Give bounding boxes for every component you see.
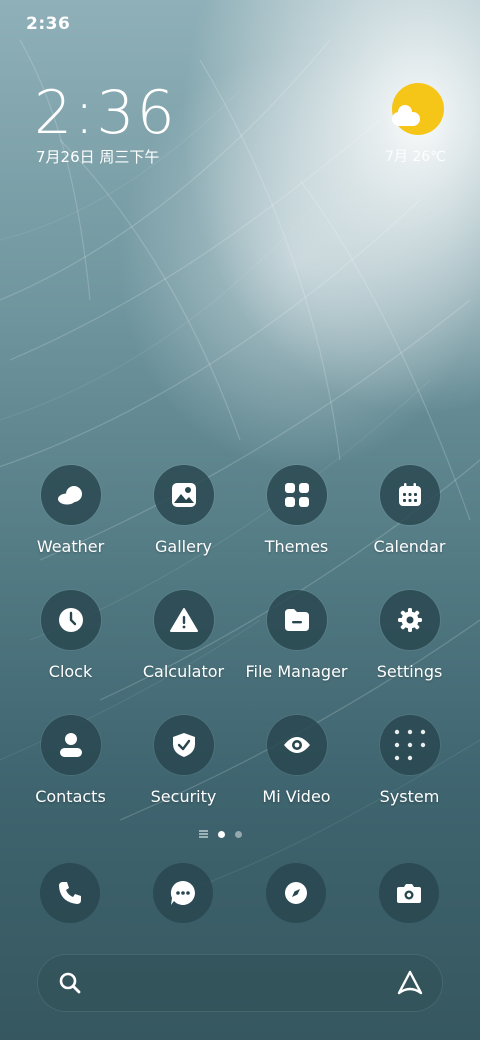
app-gallery[interactable]: Gallery: [127, 465, 240, 556]
calendar-icon[interactable]: [379, 465, 440, 525]
app-file-manager[interactable]: File Manager: [240, 590, 353, 681]
app-security[interactable]: Security: [127, 715, 240, 806]
app-weather[interactable]: Weather: [14, 465, 127, 556]
search-icon[interactable]: [58, 971, 82, 995]
page-dot[interactable]: [235, 830, 242, 838]
mi-video-icon[interactable]: [266, 715, 327, 775]
system-folder-icon[interactable]: [379, 715, 440, 775]
themes-icon[interactable]: [266, 465, 327, 525]
app-contacts[interactable]: Contacts: [14, 715, 127, 806]
app-label: Contacts: [35, 787, 106, 806]
file-manager-icon[interactable]: [266, 590, 327, 650]
status-bar-time: 2:36: [26, 14, 71, 34]
clock-widget-time[interactable]: 2:36: [34, 78, 177, 148]
app-list-indicator-icon[interactable]: [199, 830, 208, 838]
app-label: File Manager: [245, 662, 348, 681]
assistant-icon[interactable]: [396, 969, 424, 997]
page-indicator[interactable]: [199, 830, 242, 838]
cloud-icon: [392, 105, 420, 126]
app-label: Calendar: [373, 537, 446, 556]
app-label: Calculator: [142, 662, 225, 681]
phone-icon[interactable]: [40, 863, 100, 923]
security-icon[interactable]: [153, 715, 214, 775]
app-label: Gallery: [155, 537, 212, 556]
app-mi-video[interactable]: Mi Video: [240, 715, 353, 806]
app-label: Weather: [36, 537, 105, 556]
weather-widget-text: 7月 26℃: [385, 149, 446, 165]
app-label: Security: [150, 787, 217, 806]
search-input[interactable]: [98, 955, 382, 1013]
clock-widget-date: 7月26日 周三下午: [36, 148, 160, 166]
settings-icon[interactable]: [379, 590, 440, 650]
app-clock[interactable]: Clock: [14, 590, 127, 681]
app-calculator[interactable]: Calculator: [127, 590, 240, 681]
app-themes[interactable]: Themes: [240, 465, 353, 556]
weather-icon[interactable]: [40, 465, 101, 525]
app-system-folder[interactable]: System: [353, 715, 466, 806]
app-label: System: [379, 787, 440, 806]
search-bar[interactable]: [38, 955, 442, 1013]
camera-icon[interactable]: [379, 863, 439, 923]
contacts-icon[interactable]: [40, 715, 101, 775]
messages-icon[interactable]: [153, 863, 213, 923]
app-label: Settings: [376, 662, 443, 681]
clock-icon[interactable]: [40, 590, 101, 650]
app-label: Clock: [48, 662, 93, 681]
page-dot-active[interactable]: [218, 830, 225, 838]
app-label: Themes: [264, 537, 329, 556]
calculator-icon[interactable]: [153, 590, 214, 650]
app-calendar[interactable]: Calendar: [353, 465, 466, 556]
app-settings[interactable]: Settings: [353, 590, 466, 681]
gallery-icon[interactable]: [153, 465, 214, 525]
app-label: Mi Video: [262, 787, 331, 806]
browser-icon[interactable]: [266, 863, 326, 923]
